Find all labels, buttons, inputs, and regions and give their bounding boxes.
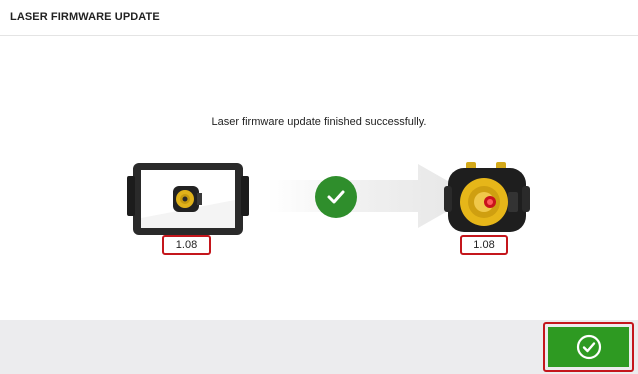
page-title: LASER FIRMWARE UPDATE bbox=[10, 11, 160, 23]
laser-sensor-icon bbox=[444, 162, 530, 232]
source-firmware-version: 1.08 bbox=[162, 235, 211, 255]
success-check-icon bbox=[315, 176, 357, 218]
laser-firmware-update-screen: LASER FIRMWARE UPDATE Laser firmware upd… bbox=[0, 0, 638, 374]
check-circle-icon bbox=[576, 334, 601, 360]
tablet-device-icon bbox=[127, 163, 249, 235]
confirm-button[interactable] bbox=[548, 327, 629, 367]
target-firmware-version: 1.08 bbox=[460, 235, 508, 255]
status-message: Laser firmware update finished successfu… bbox=[211, 116, 427, 128]
header-bar: LASER FIRMWARE UPDATE bbox=[0, 0, 638, 36]
confirm-button-highlight bbox=[543, 322, 634, 372]
